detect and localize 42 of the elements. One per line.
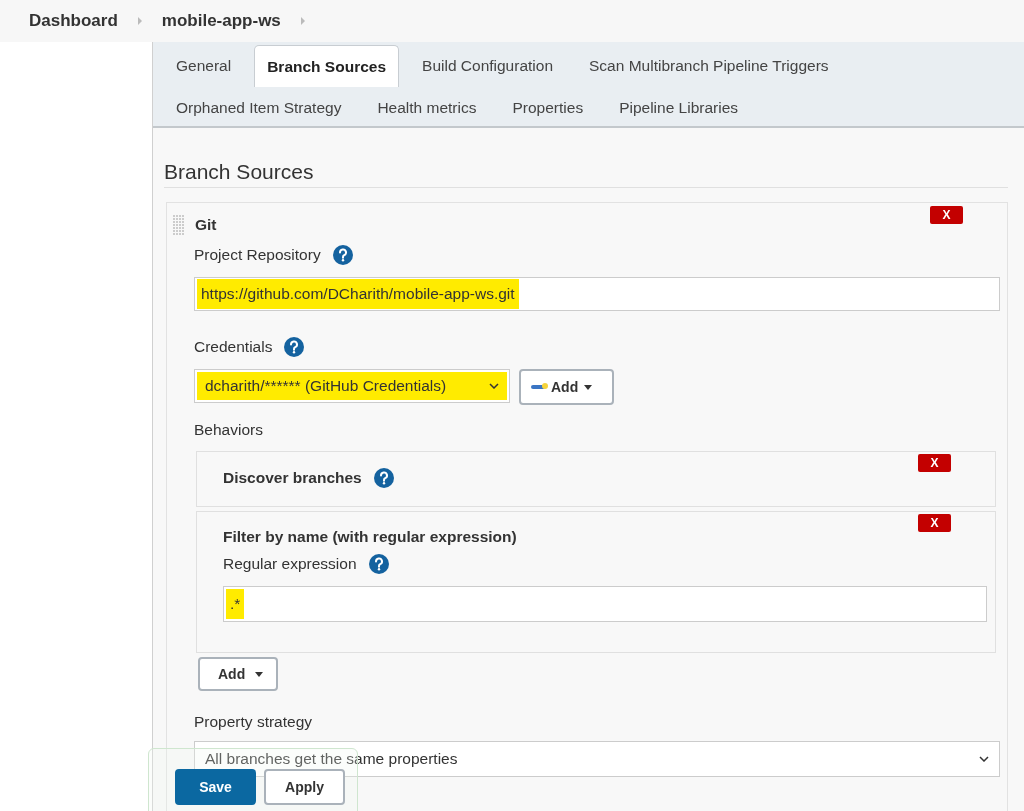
repository-field[interactable]: https://github.com/DCharith/mobile-app-ws.git <box>194 277 1000 311</box>
help-icon[interactable] <box>284 337 305 357</box>
tab[interactable]: General <box>163 45 245 87</box>
tab[interactable]: Orphaned Item Strategy <box>163 87 355 129</box>
field-label: Regular expression <box>223 555 357 573</box>
chevron-icon <box>300 17 305 25</box>
behavior-title: Discover branches <box>223 469 362 487</box>
chevron-down-icon <box>489 383 499 389</box>
add-credentials-button[interactable]: Add <box>519 369 614 405</box>
behaviors-label: Behaviors <box>194 421 264 439</box>
tab[interactable]: Pipeline Libraries <box>606 87 752 129</box>
key-icon <box>531 382 549 392</box>
tab[interactable]: Health metrics <box>364 87 490 129</box>
delete-button[interactable]: X <box>918 514 951 532</box>
breadcrumb-link[interactable]: mobile-app-ws <box>161 11 281 31</box>
field-label: Property strategy <box>194 713 314 731</box>
drag-handle-icon[interactable] <box>173 215 185 235</box>
credentials-select[interactable]: dcharith/****** (GitHub Credentials) <box>194 369 510 403</box>
regex-field[interactable]: .* <box>223 586 987 622</box>
tab[interactable]: Properties <box>499 87 597 129</box>
behavior-title: Filter by name (with regular expression) <box>223 528 517 546</box>
apply-button[interactable]: Apply <box>264 769 345 805</box>
tab[interactable]: Branch Sources <box>254 45 400 87</box>
caret-icon <box>255 671 264 677</box>
field-label: Credentials <box>194 338 273 356</box>
help-icon[interactable] <box>332 245 353 265</box>
property-strategy-select[interactable]: All branches get the same properties <box>194 741 1000 777</box>
delete-button[interactable]: X <box>918 454 951 472</box>
tab[interactable]: Scan Multibranch Pipeline Triggers <box>576 45 842 87</box>
help-icon[interactable] <box>368 554 389 574</box>
add-behavior-button[interactable]: Add <box>198 657 278 691</box>
breadcrumb-link[interactable]: Dashboard <box>29 11 118 31</box>
save-button[interactable]: Save <box>175 769 256 805</box>
delete-button[interactable]: X <box>930 206 963 224</box>
help-icon[interactable] <box>373 468 394 488</box>
section-title: Branch Sources <box>164 160 1008 188</box>
field-label: Project Repository <box>194 246 321 264</box>
chevron-icon <box>137 17 142 25</box>
chevron-down-icon <box>979 756 989 762</box>
source-title: Git <box>195 216 217 234</box>
tab[interactable]: Build Configuration <box>409 45 567 87</box>
caret-icon <box>584 384 593 390</box>
